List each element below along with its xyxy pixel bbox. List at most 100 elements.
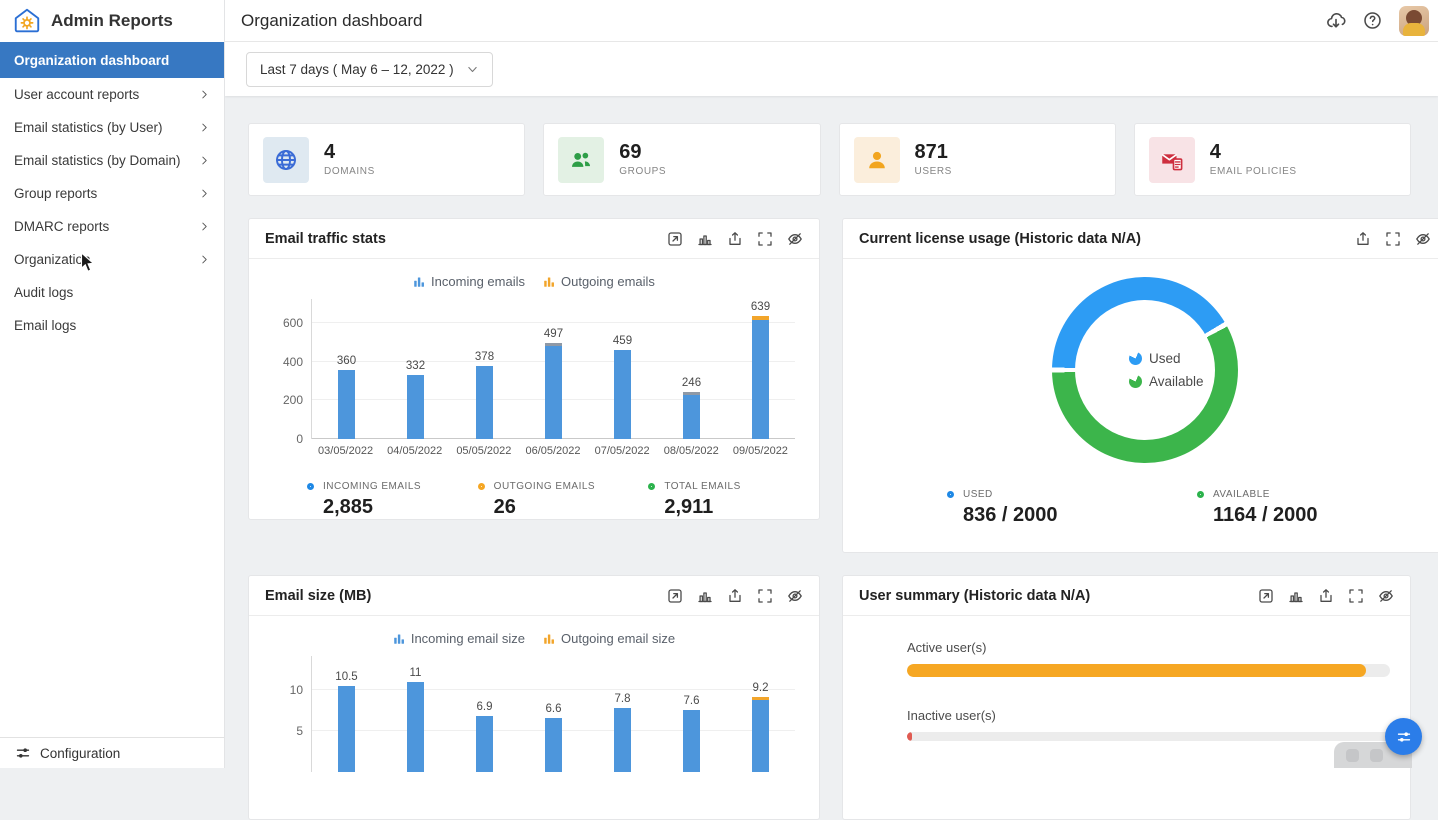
sidebar-item-label: Email statistics (by User) <box>14 120 163 135</box>
sidebar-item-dmarc-reports[interactable]: DMARC reports <box>0 210 224 243</box>
date-range-dropdown[interactable]: Last 7 days ( May 6 – 12, 2022 ) <box>246 52 493 87</box>
bar-value-label: 639 <box>751 301 770 313</box>
bar-column[interactable]: 497 <box>519 299 588 439</box>
license-usage-card: Current license usage (Historic data N/A… <box>842 218 1438 553</box>
sidebar-item-email-logs[interactable]: Email logs <box>0 309 224 342</box>
sidebar-item-organization[interactable]: Organization <box>0 243 224 276</box>
pie-icon <box>1129 352 1142 365</box>
sliders-icon <box>1396 729 1412 745</box>
stat-label: GROUPS <box>619 166 666 177</box>
bar-column[interactable]: 378 <box>450 299 519 439</box>
bar-value-label: 7.8 <box>615 693 631 705</box>
hide-icon[interactable] <box>787 588 803 604</box>
sidebar-item-organization-dashboard[interactable]: Organization dashboard <box>0 42 224 78</box>
sidebar-item-configuration[interactable]: Configuration <box>0 737 224 768</box>
bar-column[interactable]: 6.9 <box>450 656 519 772</box>
chevron-right-icon <box>199 155 210 166</box>
legend-item[interactable]: Outgoing email size <box>543 631 675 646</box>
sidebar-item-label: User account reports <box>14 87 139 102</box>
stat-label: EMAIL POLICIES <box>1210 166 1297 177</box>
bar-value-label: 6.6 <box>546 703 562 715</box>
export-icon[interactable] <box>727 231 743 247</box>
fullscreen-icon[interactable] <box>1385 231 1401 247</box>
bar-column[interactable]: 9.2 <box>726 656 795 772</box>
chevron-right-icon <box>199 188 210 199</box>
total-stat: INCOMING EMAILS2,885 <box>307 481 478 519</box>
export-icon[interactable] <box>1318 588 1334 604</box>
y-tick-label: 0 <box>296 432 303 446</box>
donut-legend-item[interactable]: Available <box>1129 374 1204 389</box>
bar-column[interactable]: 7.6 <box>657 656 726 772</box>
bar-column[interactable]: 459 <box>588 299 657 439</box>
legend-item[interactable]: Outgoing emails <box>543 274 655 289</box>
bar-value-label: 10.5 <box>335 671 357 683</box>
filter-fab-button[interactable] <box>1385 718 1422 755</box>
fullscreen-icon[interactable] <box>757 588 773 604</box>
sidebar-item-user-account-reports[interactable]: User account reports <box>0 78 224 111</box>
license-usage-title: Current license usage (Historic data N/A… <box>859 231 1355 247</box>
hide-icon[interactable] <box>1378 588 1394 604</box>
sidebar-item-email-statistics-by-user-[interactable]: Email statistics (by User) <box>0 111 224 144</box>
x-axis-label: 08/05/2022 <box>657 445 726 457</box>
donut-legend-item[interactable]: Used <box>1129 351 1181 366</box>
bar-column[interactable]: 10.5 <box>312 656 381 772</box>
minibars-icon <box>543 275 556 288</box>
chart-type-icon[interactable] <box>1288 588 1304 604</box>
hide-icon[interactable] <box>1415 231 1431 247</box>
ring-icon <box>478 483 485 490</box>
topbar: Organization dashboard <box>225 0 1438 42</box>
chevron-right-icon <box>199 221 210 232</box>
stat-card-users: 871USERS <box>839 123 1116 196</box>
stat-card-domains: 4DOMAINS <box>248 123 525 196</box>
chevron-down-icon <box>466 63 479 76</box>
bar-column[interactable]: 6.6 <box>519 656 588 772</box>
bar-column[interactable]: 246 <box>657 299 726 439</box>
chevron-right-icon <box>199 89 210 100</box>
total-stat: AVAILABLE1164 / 2000 <box>1197 489 1438 527</box>
fullscreen-icon[interactable] <box>757 231 773 247</box>
open-window-icon[interactable] <box>667 231 683 247</box>
fullscreen-icon[interactable] <box>1348 588 1364 604</box>
user-summary-chart: Active user(s)Inactive user(s) <box>843 616 1410 741</box>
cloud-download-icon[interactable] <box>1326 11 1346 31</box>
export-icon[interactable] <box>727 588 743 604</box>
legend-item[interactable]: Incoming emails <box>413 274 525 289</box>
progress-track[interactable] <box>907 664 1390 677</box>
progress-track[interactable] <box>907 732 1390 741</box>
bar-value-label: 6.9 <box>477 701 493 713</box>
sidebar-item-label: Group reports <box>14 186 97 201</box>
open-window-icon[interactable] <box>667 588 683 604</box>
sidebar: Admin Reports Organization dashboard User… <box>0 0 225 768</box>
license-donut-chart: Used Available <box>1052 277 1238 463</box>
help-icon[interactable] <box>1363 11 1382 30</box>
bar-value-label: 9.2 <box>753 682 769 694</box>
app-logo-row: Admin Reports <box>0 0 224 42</box>
mail-policy-icon <box>1149 137 1195 183</box>
hide-icon[interactable] <box>787 231 803 247</box>
app-logo-icon <box>12 6 42 36</box>
avatar[interactable] <box>1399 6 1429 36</box>
bar-column[interactable]: 332 <box>381 299 450 439</box>
sidebar-item-group-reports[interactable]: Group reports <box>0 177 224 210</box>
chevron-right-icon <box>199 122 210 133</box>
email-traffic-title: Email traffic stats <box>265 231 667 247</box>
sidebar-item-audit-logs[interactable]: Audit logs <box>0 276 224 309</box>
legend-item[interactable]: Incoming email size <box>393 631 525 646</box>
open-window-icon[interactable] <box>1258 588 1274 604</box>
y-tick-label: 400 <box>283 355 303 369</box>
minibars-icon <box>413 275 426 288</box>
bar-column[interactable]: 360 <box>312 299 381 439</box>
bar-column[interactable]: 7.8 <box>588 656 657 772</box>
chart-type-icon[interactable] <box>697 231 713 247</box>
bar-value-label: 332 <box>406 360 425 372</box>
sidebar-item-email-statistics-by-domain-[interactable]: Email statistics (by Domain) <box>0 144 224 177</box>
configuration-label: Configuration <box>40 746 120 761</box>
export-icon[interactable] <box>1355 231 1371 247</box>
chart-type-icon[interactable] <box>697 588 713 604</box>
stat-label: DOMAINS <box>324 166 375 177</box>
bar-column[interactable]: 639 <box>726 299 795 439</box>
user-summary-row: Inactive user(s) <box>907 708 1390 741</box>
bar-column[interactable]: 11 <box>381 656 450 772</box>
y-tick-label: 5 <box>296 724 303 738</box>
sidebar-item-label: Email statistics (by Domain) <box>14 153 181 168</box>
